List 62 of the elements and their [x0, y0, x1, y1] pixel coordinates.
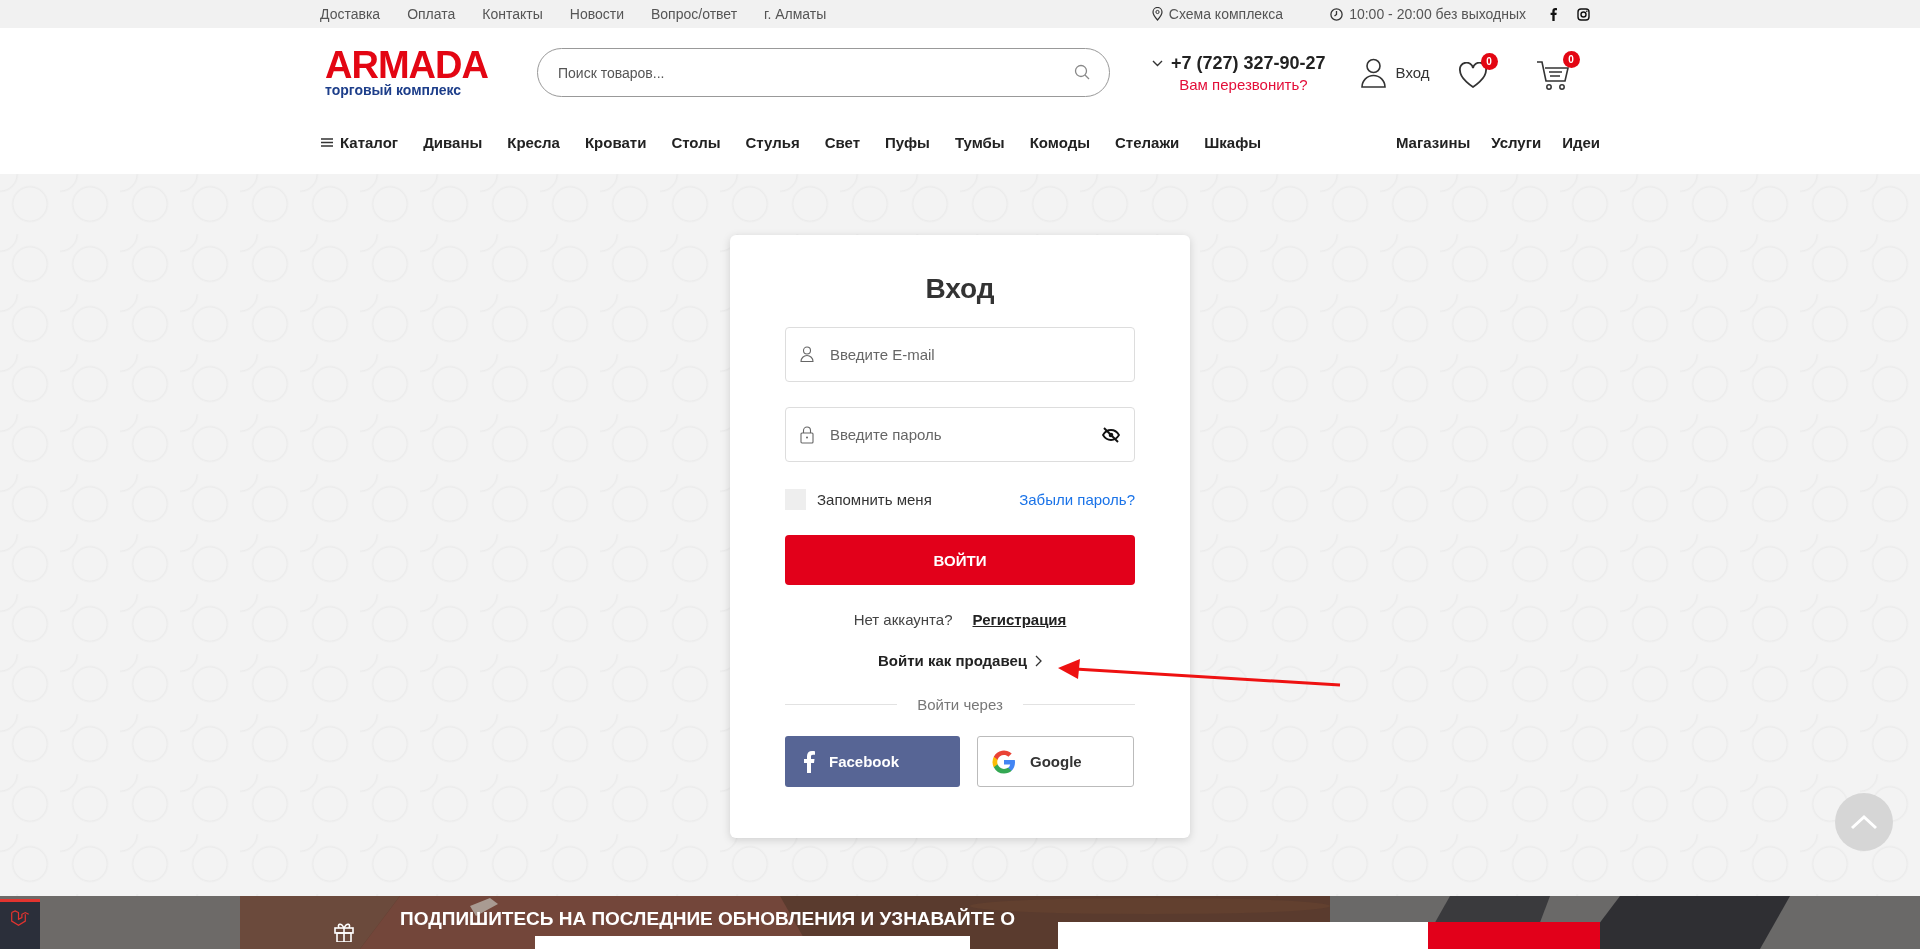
nav-link[interactable]: Диваны — [423, 134, 483, 151]
facebook-icon[interactable] — [1550, 7, 1557, 21]
chevron-up-icon — [1850, 814, 1878, 830]
phone-number: +7 (727) 327-90-27 — [1171, 52, 1326, 74]
eye-slash-icon[interactable] — [1102, 427, 1120, 443]
login-via-label: Войти через — [917, 696, 1003, 713]
chevron-down-icon[interactable] — [1152, 59, 1163, 67]
nav-link[interactable]: Магазины — [1395, 134, 1471, 151]
facebook-login-button[interactable]: Facebook — [785, 736, 960, 787]
nav-link[interactable]: Стулья — [745, 134, 800, 151]
google-icon — [992, 749, 1016, 774]
top-link[interactable]: г. Алматы — [764, 6, 827, 22]
no-account-text: Нет аккаунта? — [853, 611, 953, 628]
top-link[interactable]: Оплата — [407, 6, 456, 22]
top-link[interactable]: Вопрос/ответ — [651, 6, 738, 22]
forgot-password-link[interactable]: Забыли пароль? — [1019, 491, 1135, 508]
nav-link[interactable]: Стелажи — [1115, 134, 1180, 151]
subscribe-heading: ПОДПИШИТЕСЬ НА ПОСЛЕДНИЕ ОБНОВЛЕНИЯ И УЗНАВАЙТЕ О — [400, 908, 1016, 930]
opening-hours: 10:00 - 20:00 без выходных — [1349, 6, 1526, 22]
nav-link[interactable]: Шкафы — [1204, 134, 1262, 151]
clock-icon — [1330, 7, 1344, 21]
pin-icon — [1151, 7, 1163, 21]
catalog-menu[interactable]: Каталог — [321, 134, 399, 151]
user-icon — [1360, 57, 1386, 88]
chevron-right-icon — [1035, 654, 1043, 667]
gift-icon — [333, 920, 355, 942]
nav-link[interactable]: Тумбы — [954, 134, 1005, 151]
password-field[interactable]: Введите пароль — [785, 407, 1135, 462]
top-link[interactable]: Новости — [569, 6, 624, 22]
cart-count: 0 — [1562, 50, 1580, 68]
google-login-button[interactable]: Google — [977, 736, 1134, 787]
register-link[interactable]: Регистрация — [972, 611, 1067, 628]
instagram-icon[interactable] — [1577, 7, 1590, 21]
menu-icon — [321, 138, 333, 147]
nav-link[interactable]: Услуги — [1491, 134, 1542, 151]
search-field[interactable]: Поиск товаров... — [537, 48, 1110, 97]
login-title: Вход — [924, 273, 996, 305]
nav-link[interactable]: Кресла — [507, 134, 560, 151]
search-icon[interactable] — [1074, 64, 1090, 80]
location-link[interactable]: Схема комплекса — [1151, 6, 1284, 22]
lock-icon — [800, 426, 814, 444]
callback-link[interactable]: Вам перезвонить? — [1179, 75, 1308, 93]
cart-icon — [1535, 59, 1570, 91]
nav-link[interactable]: Пуфы — [885, 134, 930, 151]
login-button[interactable]: ВОЙТИ — [785, 535, 1135, 585]
top-link[interactable]: Контакты — [482, 6, 543, 22]
nav-link[interactable]: Столы — [671, 134, 721, 151]
top-link[interactable]: Доставка — [320, 6, 381, 22]
email-field[interactable]: Введите E-mail — [785, 327, 1135, 382]
nav-link[interactable]: Идеи — [1562, 134, 1600, 151]
nav-link[interactable]: Кровати — [584, 134, 647, 151]
login-link[interactable]: Вход — [1360, 57, 1430, 88]
nav-link[interactable]: Комоды — [1029, 134, 1090, 151]
user-icon — [800, 346, 814, 362]
wishlist-count: 0 — [1480, 52, 1498, 70]
facebook-icon — [803, 750, 815, 773]
heart-icon — [1457, 61, 1488, 89]
seller-login-link[interactable]: Войти как продавец — [877, 652, 1043, 669]
wishlist-button[interactable]: 0 — [1457, 52, 1498, 93]
nav-link[interactable]: Свет — [824, 134, 861, 151]
cart-button[interactable]: 0 — [1535, 50, 1580, 95]
remember-label: Запомнить меня — [817, 491, 932, 508]
